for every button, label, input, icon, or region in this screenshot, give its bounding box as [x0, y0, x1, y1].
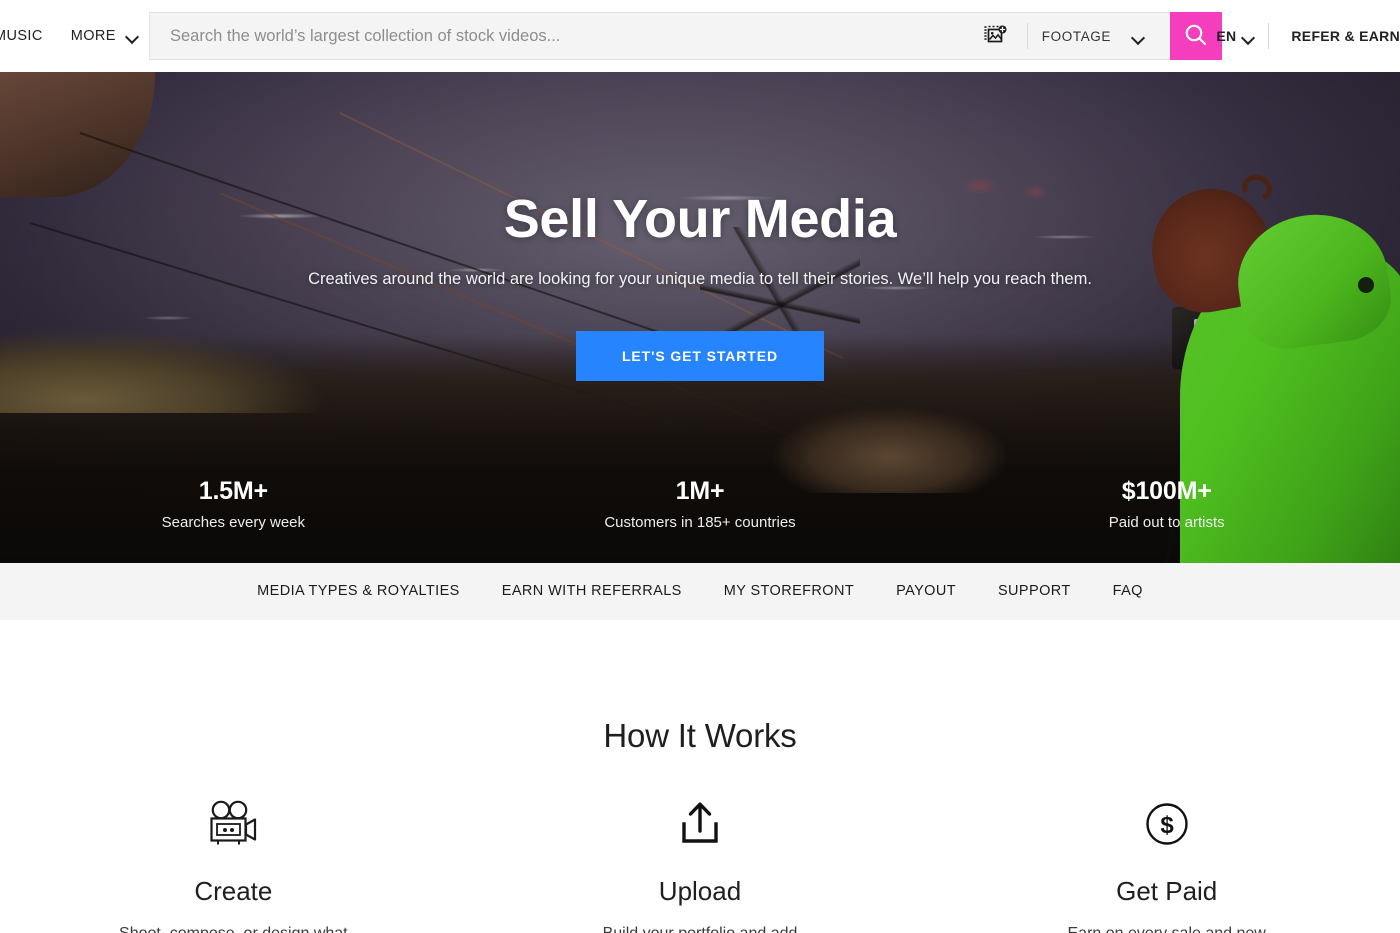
stat-label: Paid out to artists — [1108, 514, 1225, 531]
hero-subtitle: Creatives around the world are looking f… — [308, 270, 1092, 289]
refer-and-earn-label: REFER & EARN — [1291, 28, 1400, 44]
stat-value: $100M+ — [1121, 477, 1212, 505]
search-input[interactable] — [170, 26, 981, 46]
subnav-item-payout[interactable]: PAYOUT — [875, 563, 977, 620]
hero-title: Sell Your Media — [503, 189, 897, 249]
hero-section: Sell Your Media Creatives around the wor… — [0, 72, 1400, 563]
secondary-nav: MEDIA TYPES & ROYALTIES EARN WITH REFERR… — [0, 563, 1400, 620]
how-it-works-heading: Create — [194, 876, 273, 906]
how-it-works-section: How It Works Create Shoot, compose, or d… — [0, 620, 1400, 933]
image-search-icon[interactable] — [981, 23, 1011, 49]
site-header: MUSIC MORE FOOTAGE — [0, 0, 1400, 72]
stat-item: 1.5M+ Searches every week — [0, 477, 467, 531]
movie-camera-icon — [0, 798, 467, 850]
subnav-item-faq[interactable]: FAQ — [1092, 563, 1164, 620]
search-bar: FOOTAGE — [149, 12, 1222, 60]
stat-label: Searches every week — [161, 514, 306, 531]
chevron-down-icon — [127, 32, 138, 39]
stat-value: 1M+ — [675, 477, 725, 505]
dollar-circle-icon: $ — [933, 798, 1400, 850]
refer-and-earn-link[interactable]: REFER & EARN — [1269, 28, 1400, 44]
chevron-down-icon — [1243, 33, 1254, 40]
how-it-works-body: Earn on every sale and new — [1034, 922, 1299, 933]
hero-stats: 1.5M+ Searches every week 1M+ Customers … — [0, 477, 1400, 531]
chevron-down-icon — [1133, 33, 1144, 40]
how-it-works-heading: Get Paid — [1116, 876, 1218, 906]
primary-nav-right: EN REFER & EARN — [1198, 0, 1400, 72]
language-select[interactable]: EN — [1198, 28, 1268, 44]
media-type-value: FOOTAGE — [1041, 28, 1111, 44]
hero-content: Sell Your Media Creatives around the wor… — [0, 72, 1400, 382]
how-it-works-heading: Upload — [658, 876, 742, 906]
stat-item: $100M+ Paid out to artists — [933, 477, 1400, 531]
search-field[interactable]: FOOTAGE — [149, 12, 1170, 60]
how-it-works-column-get-paid: $ Get Paid Earn on every sale and new — [933, 798, 1400, 933]
how-it-works-body: Build your portfolio and add — [568, 922, 833, 933]
how-it-works-columns: Create Shoot, compose, or design what Up… — [0, 798, 1400, 933]
get-started-button[interactable]: LET'S GET STARTED — [575, 331, 825, 382]
hero-bush-decoration — [760, 373, 1020, 493]
nav-item-more[interactable]: MORE — [57, 0, 153, 72]
stat-item: 1M+ Customers in 185+ countries — [467, 477, 934, 531]
how-it-works-column-create: Create Shoot, compose, or design what — [0, 798, 467, 933]
how-it-works-body: Shoot, compose, or design what — [101, 922, 366, 933]
media-type-select[interactable]: FOOTAGE — [1042, 29, 1162, 44]
subnav-item-my-storefront[interactable]: MY STOREFRONT — [703, 563, 875, 620]
upload-icon — [467, 798, 934, 850]
divider — [1026, 23, 1028, 49]
subnav-item-support[interactable]: SUPPORT — [977, 563, 1092, 620]
stat-value: 1.5M+ — [198, 477, 268, 505]
nav-item-more-label: MORE — [70, 27, 116, 44]
stat-label: Customers in 185+ countries — [604, 514, 796, 531]
subnav-item-earn-with-referrals[interactable]: EARN WITH REFERRALS — [481, 563, 703, 620]
nav-item-music[interactable]: MUSIC — [0, 0, 57, 72]
nav-item-music-label: MUSIC — [0, 27, 43, 44]
how-it-works-title: How It Works — [603, 717, 797, 754]
how-it-works-column-upload: Upload Build your portfolio and add — [467, 798, 934, 933]
subnav-item-media-types[interactable]: MEDIA TYPES & ROYALTIES — [236, 563, 481, 620]
primary-nav-left: MUSIC MORE — [0, 0, 152, 71]
svg-text:$: $ — [1160, 812, 1174, 839]
language-select-label: EN — [1216, 28, 1237, 44]
